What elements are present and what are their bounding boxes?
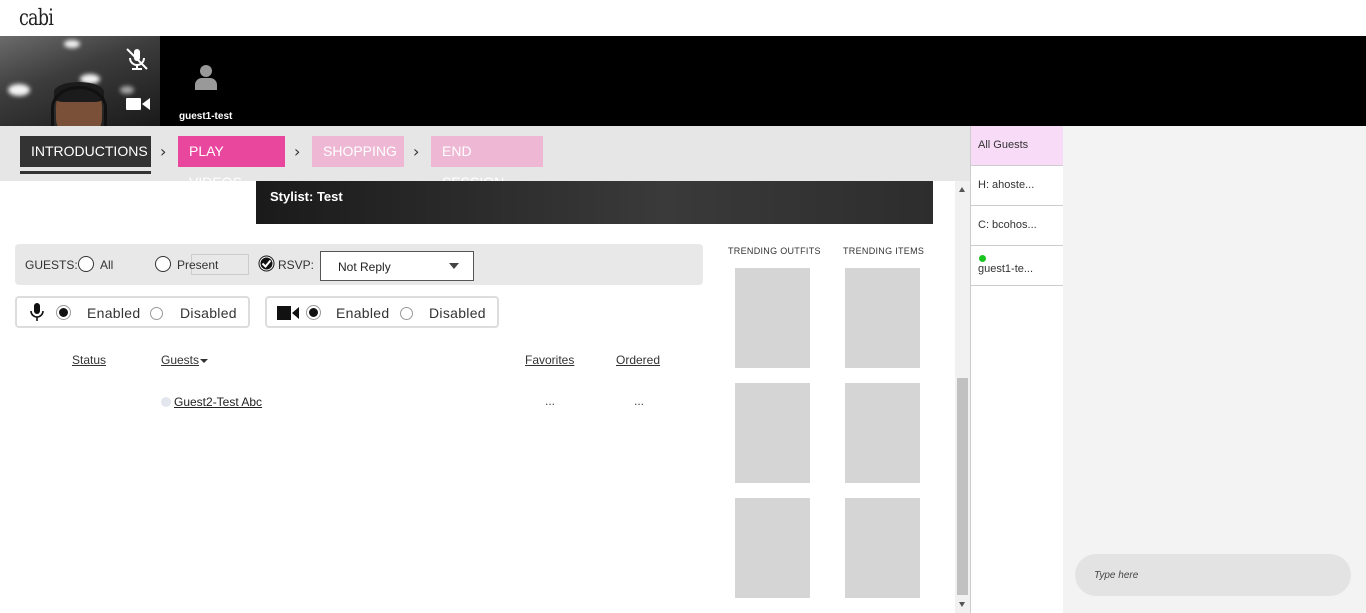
trending-item-tile[interactable] <box>845 268 920 368</box>
guest-ordered: ... <box>634 394 645 408</box>
trending-item-tile[interactable] <box>845 498 920 598</box>
chat-tab-label: C: bcohos... <box>978 219 1037 231</box>
radio-all[interactable] <box>78 256 94 272</box>
chat-tab-label: guest1-te... <box>978 263 1034 275</box>
cabi-logo: cabi <box>19 6 54 31</box>
chat-tab-cohost[interactable]: C: bcohos... <box>971 206 1064 246</box>
top-bar: cabi <box>0 0 1366 36</box>
trending-outfits-title: TRENDING OUTFITS <box>728 246 821 256</box>
column-header-ordered[interactable]: Ordered <box>616 353 660 367</box>
video-strip: guest1-test <box>0 36 1366 126</box>
audio-toggle-group: Enabled Disabled <box>15 296 250 328</box>
video-disabled-label: Disabled <box>429 305 486 321</box>
trending-items-title: TRENDING ITEMS <box>843 246 925 256</box>
step-shopping[interactable]: SHOPPING <box>312 136 404 167</box>
audio-disabled-label: Disabled <box>180 305 237 321</box>
stylist-label: Stylist: Test <box>270 189 343 204</box>
trending-outfit-tile[interactable] <box>735 383 810 483</box>
self-camera-feed <box>0 36 160 126</box>
radio-present-label: Present <box>177 258 219 272</box>
chevron-right-icon: › <box>294 142 301 161</box>
trending-item-tile[interactable] <box>845 383 920 483</box>
rsvp-check-icon[interactable] <box>258 255 275 272</box>
sort-down-icon <box>200 358 209 363</box>
microphone-icon <box>30 303 44 321</box>
chat-message-input[interactable] <box>1075 554 1351 596</box>
step-play-videos[interactable]: PLAY VIDEOS <box>178 136 285 190</box>
chat-recipient-tabs: All Guests H: ahoste... C: bcohos... gue… <box>970 126 1064 613</box>
chat-tab-label: All Guests <box>978 139 1029 151</box>
chevron-right-icon: › <box>160 142 167 161</box>
column-header-status[interactable]: Status <box>72 353 106 367</box>
user-avatar-icon <box>195 65 217 90</box>
video-enabled-label: Enabled <box>336 305 390 321</box>
guest-video-name: guest1-test <box>179 111 233 122</box>
scroll-up-arrow-icon[interactable] <box>959 187 965 192</box>
column-header-guests-label: Guests <box>161 353 200 367</box>
video-disabled-radio[interactable] <box>400 307 413 320</box>
chat-tab-guest1[interactable]: guest1-te... <box>971 246 1064 286</box>
guest-name-link[interactable]: Guest2-Test Abc <box>174 395 262 409</box>
scroll-down-arrow-icon[interactable] <box>959 602 965 607</box>
guests-label: GUESTS: <box>25 258 78 272</box>
radio-all-label: All <box>100 258 114 272</box>
column-header-favorites[interactable]: Favorites <box>525 353 574 367</box>
column-header-guests[interactable]: Guests <box>161 353 209 367</box>
video-camera-icon <box>277 306 299 320</box>
video-enabled-radio[interactable] <box>307 306 320 319</box>
trending-outfit-tile[interactable] <box>735 498 810 598</box>
radio-present[interactable] <box>155 256 171 272</box>
rsvp-select-value: Not Reply <box>338 260 391 274</box>
stylist-video-banner: Stylist: Test <box>256 181 933 224</box>
guest-favorites: ... <box>545 394 556 408</box>
rsvp-label: RSVP: <box>278 258 315 272</box>
scroll-thumb[interactable] <box>957 378 968 595</box>
step-end-session[interactable]: END SESSION <box>431 136 543 190</box>
trending-outfit-tile[interactable] <box>735 268 810 368</box>
audio-disabled-radio[interactable] <box>150 307 163 320</box>
chat-tab-host[interactable]: H: ahoste... <box>971 166 1064 206</box>
video-camera-icon[interactable] <box>126 96 150 112</box>
main-scrollbar[interactable] <box>955 181 970 613</box>
audio-enabled-label: Enabled <box>87 305 141 321</box>
mic-off-icon[interactable] <box>124 46 150 72</box>
session-steps-bar: INTRODUCTIONS › PLAY VIDEOS › SHOPPING ›… <box>0 126 970 190</box>
dropdown-arrow-icon <box>449 263 459 269</box>
chat-panel <box>1063 126 1366 613</box>
guest-status-dot <box>161 397 171 407</box>
chat-tab-label: H: ahoste... <box>978 179 1035 191</box>
active-step-underline <box>20 171 151 174</box>
audio-enabled-radio[interactable] <box>57 306 70 319</box>
step-introductions[interactable]: INTRODUCTIONS <box>20 136 151 167</box>
guest-filter-bar: GUESTS: All Present RSVP: Not Reply <box>15 244 703 285</box>
guest-video-tile: guest1-test <box>160 36 250 126</box>
chevron-right-icon: › <box>413 142 420 161</box>
main-content: Stylist: Test GUESTS: All Present RSVP: … <box>0 181 955 613</box>
online-status-dot <box>979 255 986 262</box>
rsvp-select[interactable]: Not Reply <box>320 251 474 281</box>
video-toggle-group: Enabled Disabled <box>265 296 499 328</box>
chat-tab-all-guests[interactable]: All Guests <box>971 126 1064 166</box>
